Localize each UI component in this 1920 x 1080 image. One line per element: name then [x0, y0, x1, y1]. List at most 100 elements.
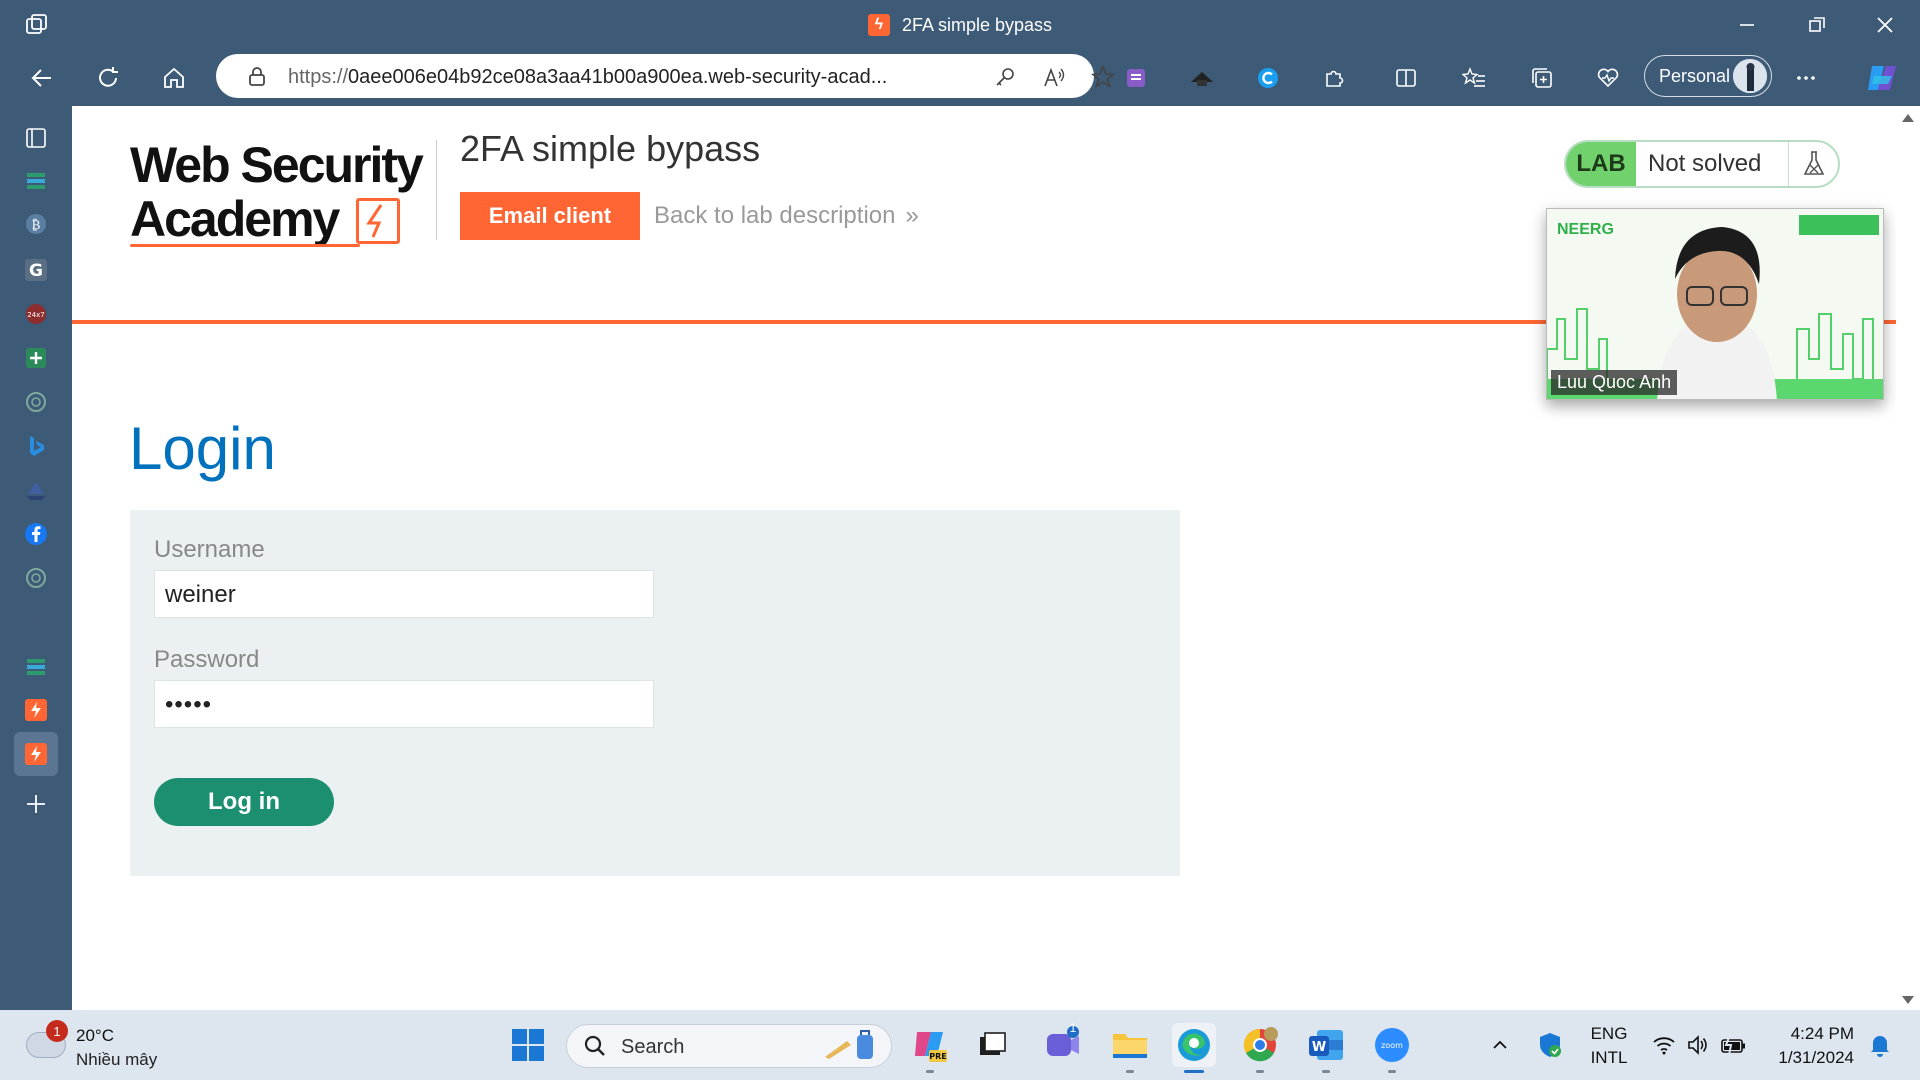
back-to-lab-description-link[interactable]: Back to lab description »: [654, 202, 919, 230]
sidebar-app-plus-green-icon[interactable]: [14, 336, 58, 380]
favorite-star-icon[interactable]: [1090, 64, 1116, 90]
more-options-icon[interactable]: [1790, 62, 1822, 94]
taskbar-search-box[interactable]: Search: [566, 1024, 892, 1068]
sidebar-app-chatgpt-2-icon[interactable]: [14, 556, 58, 600]
battery-tray-button[interactable]: [1716, 1010, 1752, 1080]
web-security-academy-logo[interactable]: Web Security Academy: [130, 132, 430, 252]
logo-bolt-icon: [356, 198, 400, 244]
logo-line-1: Web Security: [130, 137, 424, 193]
svg-text:W: W: [1312, 1040, 1326, 1055]
sidebar-app-ship-icon[interactable]: [14, 468, 58, 512]
restore-button[interactable]: [1782, 0, 1852, 50]
vertical-scrollbar[interactable]: [1896, 106, 1920, 1010]
shield-icon: [1540, 1033, 1561, 1057]
svg-text:zoom: zoom: [1381, 1041, 1403, 1050]
show-hidden-icons-button[interactable]: [1484, 1010, 1516, 1080]
split-screen-icon[interactable]: [1390, 62, 1422, 94]
taskbar-task-view[interactable]: [970, 1023, 1014, 1067]
sidebar-app-facebook-icon[interactable]: [14, 512, 58, 556]
back-button[interactable]: [22, 58, 62, 98]
log-in-button[interactable]: Log in: [154, 778, 334, 826]
battery-charging-icon: [1721, 1035, 1745, 1055]
restore-icon: [1809, 17, 1825, 32]
running-indicator: [1388, 1070, 1396, 1073]
email-client-button[interactable]: Email client: [460, 192, 640, 240]
sidebar-add-icon[interactable]: [14, 782, 58, 826]
windows-taskbar: 1 20°C Nhiều mây Search PRE 1 W zoom ENG…: [0, 1010, 1920, 1080]
speaker-icon: [1688, 1035, 1707, 1055]
refresh-icon: [99, 67, 118, 87]
taskbar-word-app[interactable]: W: [1304, 1023, 1348, 1073]
taskbar-zoom-app[interactable]: zoom: [1370, 1023, 1414, 1073]
sidebar-app-g-icon[interactable]: G: [14, 248, 58, 292]
sidebar-app-dark-icon[interactable]: [14, 600, 58, 644]
taskbar-file-explorer[interactable]: [1108, 1023, 1152, 1073]
close-button[interactable]: [1850, 0, 1920, 50]
password-label: Password: [154, 646, 260, 673]
favorites-list-icon[interactable]: [1458, 62, 1490, 94]
username-input[interactable]: weiner: [154, 570, 654, 618]
task-view-icon: [980, 1032, 1006, 1055]
participant-name: Luu Quoc Anh: [1551, 370, 1678, 395]
search-icon: [584, 1035, 605, 1056]
refresh-button[interactable]: [88, 58, 128, 98]
video-call-overlay[interactable]: NEERG Luu Quoc Anh: [1546, 208, 1884, 400]
search-label: Search: [621, 1036, 685, 1058]
taskbar-edge-app[interactable]: [1172, 1023, 1216, 1073]
sidebar-app-portswigger-active-icon[interactable]: [14, 732, 58, 776]
extension-purple-icon[interactable]: [1120, 62, 1152, 94]
running-indicator: [1256, 1070, 1264, 1073]
notifications-button[interactable]: [1862, 1010, 1898, 1080]
minimize-button[interactable]: [1712, 0, 1782, 50]
system-clock[interactable]: 4:24 PM 1/31/2024: [1764, 1022, 1854, 1070]
weather-widget[interactable]: 1 20°C Nhiều mây: [26, 1020, 186, 1070]
login-form: Username weiner Password ••••• Log in: [130, 510, 1180, 876]
password-key-icon[interactable]: [992, 64, 1018, 90]
sidebar-app-bing-icon[interactable]: [14, 424, 58, 468]
sidebar-app-24x7-icon[interactable]: 24x7: [14, 292, 58, 336]
volume-tray-button[interactable]: [1682, 1010, 1714, 1080]
logo-line-2: Academy: [130, 191, 340, 247]
url-text[interactable]: https://0aee006e04b92ce08a3aa41b00a900ea…: [288, 66, 887, 89]
sidebar-app-chatgpt-icon[interactable]: [14, 380, 58, 424]
arrow-left-icon: [31, 69, 51, 87]
password-input[interactable]: •••••: [154, 680, 654, 728]
svg-text:24x7: 24x7: [27, 311, 45, 319]
scroll-down-icon[interactable]: [1902, 996, 1914, 1004]
extension-c-icon[interactable]: [1252, 62, 1284, 94]
wifi-icon: [1653, 1037, 1675, 1055]
security-tray-button[interactable]: [1532, 1010, 1568, 1080]
lock-icon[interactable]: [246, 65, 268, 87]
sidebar-app-portswigger-icon[interactable]: [14, 688, 58, 732]
scroll-up-icon[interactable]: [1902, 114, 1914, 122]
collections-icon[interactable]: [1526, 62, 1558, 94]
username-label: Username: [154, 536, 265, 563]
extension-hat-icon[interactable]: [1186, 62, 1218, 94]
input-language-indicator[interactable]: ENG INTL: [1584, 1022, 1634, 1070]
home-icon: [164, 67, 184, 88]
sidebar-app-stack-icon[interactable]: [14, 158, 58, 202]
sidebar-app-stack-2-icon[interactable]: [14, 644, 58, 688]
back-link-label: Back to lab description: [654, 202, 896, 229]
start-button[interactable]: [506, 1023, 550, 1067]
home-button[interactable]: [154, 58, 194, 98]
running-indicator: [1184, 1070, 1204, 1073]
taskbar-teams-app[interactable]: 1: [1040, 1021, 1084, 1067]
extensions-puzzle-icon[interactable]: [1318, 62, 1350, 94]
wifi-tray-button[interactable]: [1648, 1010, 1680, 1080]
url-protocol: https://: [288, 66, 349, 88]
svg-text:₿: ₿: [32, 218, 41, 233]
read-aloud-icon[interactable]: [1042, 64, 1068, 90]
sidebar-app-coin-icon[interactable]: ₿: [14, 202, 58, 246]
close-icon: [1877, 17, 1893, 33]
svg-text:PRE: PRE: [929, 1052, 947, 1061]
profile-button[interactable]: Personal: [1644, 55, 1772, 97]
copilot-icon[interactable]: [1862, 62, 1902, 94]
browser-essentials-icon[interactable]: [1592, 62, 1624, 94]
header-divider: [436, 140, 437, 240]
taskbar-chrome-app[interactable]: [1238, 1023, 1282, 1073]
taskbar-copilot-pre-app[interactable]: PRE: [908, 1023, 952, 1073]
vertical-tabs-icon[interactable]: [14, 116, 58, 160]
flask-icon: [1788, 142, 1838, 186]
address-bar[interactable]: https://0aee006e04b92ce08a3aa41b00a900ea…: [216, 54, 1115, 98]
